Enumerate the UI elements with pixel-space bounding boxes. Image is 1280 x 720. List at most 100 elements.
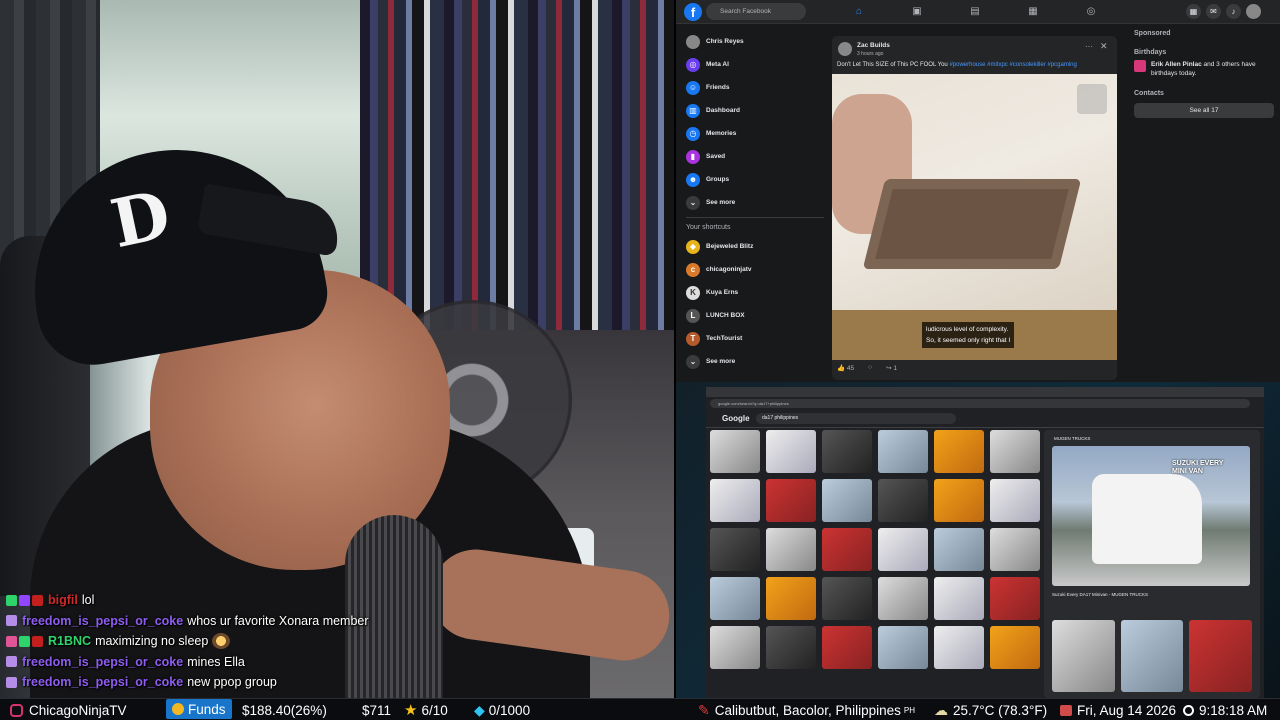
image-result[interactable] [878,430,928,473]
store-icon[interactable]: ▦ [1026,5,1040,19]
image-result[interactable] [878,577,928,620]
dollar-value: $711 [362,702,392,718]
notifications-icon[interactable]: ♪ [1226,4,1241,19]
image-result[interactable] [990,430,1040,473]
image-result[interactable] [878,479,928,522]
image-result[interactable] [822,528,872,571]
image-result[interactable] [990,528,1040,571]
image-result[interactable] [990,577,1040,620]
chat-username: freedom_is_pepsi_or_coke [22,654,184,669]
meta-ai-icon: ◎ [686,57,700,72]
menu-item-dashboard[interactable]: ▥ Dashboard [680,99,830,122]
menu-item-label: Saved [706,153,726,160]
date-text: Fri, Aug 14 2026 [1077,702,1177,718]
avatar[interactable] [1246,4,1261,19]
image-result[interactable] [934,626,984,669]
facebook-window: f Search Facebook ⌂ ▣ ▤ ▦ ◎ ▦ ✉ ♪ Chris … [676,0,1280,382]
menu-item-profile[interactable]: Chris Reyes [680,30,830,53]
facebook-header: f Search Facebook ⌂ ▣ ▤ ▦ ◎ ▦ ✉ ♪ [676,0,1280,24]
address-bar[interactable]: google.com/search?q=da17+philippines [710,399,1250,408]
chat-username: freedom_is_pepsi_or_coke [22,675,184,690]
birthday-notice[interactable]: Erik Allen Pinlac and 3 others have birt… [1134,60,1280,78]
image-result[interactable] [766,577,816,620]
menu-item-label: Memories [706,130,737,137]
preview-image[interactable]: SUZUKI EVERY MINI VAN [1052,446,1250,586]
menu-item-groups[interactable]: ☻ Groups [680,168,830,191]
image-result[interactable] [878,626,928,669]
chat-text: whos ur favorite Xonara member [187,613,369,628]
menu-item-friends[interactable]: ☺ Friends [680,76,830,99]
image-result[interactable] [766,626,816,669]
marketplace-icon[interactable]: ▤ [968,5,982,19]
related-image[interactable] [1120,620,1184,692]
image-result[interactable] [710,479,760,522]
image-result[interactable] [990,626,1040,669]
image-result[interactable] [934,479,984,522]
image-result[interactable] [710,430,760,473]
image-result[interactable] [822,430,872,473]
related-image[interactable] [1189,620,1252,692]
home-icon[interactable]: ⌂ [852,5,866,19]
comment-icon[interactable]: ○ [868,364,872,372]
more-options-icon[interactable]: ··· [1085,42,1093,51]
search-input[interactable]: Search Facebook [706,3,806,20]
image-result[interactable] [822,479,872,522]
image-result[interactable] [766,430,816,473]
menu-item-see-more[interactable]: ⌄ See more [680,191,830,214]
menu-item-label: Chris Reyes [706,38,744,45]
shortcut-item[interactable]: c chicagoninjatv [680,258,830,281]
chat-overlay: bigfil lol freedom_is_pepsi_or_coke whos… [6,590,406,693]
birthday-name: Erik Allen Pinlac [1151,61,1202,68]
menu-item-meta-ai[interactable]: ◎ Meta AI [680,53,830,76]
profile-avatar-icon [686,34,700,49]
post-time[interactable]: 3 hours ago [857,51,883,57]
close-icon[interactable]: ✕ [1100,41,1108,52]
emote-icon [212,633,231,650]
pin-icon: ✎ [698,701,710,718]
shortcut-item[interactable]: L LUNCH BOX [680,304,830,327]
badge-icon [6,594,17,606]
shortcut-item[interactable]: ◆ Bejeweled Blitz [680,235,830,258]
like-button[interactable]: 👍 45 [837,364,854,372]
image-result[interactable] [710,528,760,571]
google-logo[interactable]: Google [722,414,750,423]
search-input[interactable]: da17 philippines [756,413,956,424]
post-hashtags[interactable]: #powerhouse #mitxpc #consolekiller #pcga… [949,62,1076,68]
image-result[interactable] [934,430,984,473]
preview-caption[interactable]: Suzuki Every DA17 Minivan - MUGEN TRUCKS [1052,592,1148,597]
messenger-icon[interactable]: ✉ [1206,4,1221,19]
image-result[interactable] [710,577,760,620]
video-icon[interactable]: ▣ [910,5,924,19]
author-avatar[interactable] [838,42,852,56]
contacts-heading: Contacts [1134,90,1164,97]
preview-source[interactable]: MUGEN TRUCKS [1054,436,1090,441]
related-image[interactable] [1052,620,1115,692]
image-result[interactable] [766,479,816,522]
menu-item-saved[interactable]: ▮ Saved [680,145,830,168]
image-result[interactable] [822,577,872,620]
shortcut-label: See more [706,358,736,365]
cloud-icon: ☁ [934,701,948,718]
image-result[interactable] [934,528,984,571]
image-result[interactable] [990,479,1040,522]
image-result[interactable] [878,528,928,571]
tab-bar[interactable] [706,387,1264,397]
post-video[interactable]: ludicrous level of complexity. So, it se… [832,74,1117,360]
channel-watermark-icon [1077,84,1107,114]
facebook-logo-icon[interactable]: f [684,3,702,21]
chat-message: freedom_is_pepsi_or_coke whos ur favorit… [6,611,406,632]
shortcut-item[interactable]: K Kuya Erns [680,281,830,304]
menu-grid-icon[interactable]: ▦ [1186,4,1201,19]
shortcut-see-more[interactable]: ⌄ See more [680,350,830,373]
image-result[interactable] [710,626,760,669]
see-all-button[interactable]: See all 17 [1134,103,1274,118]
share-button[interactable]: ↪ 1 [886,364,897,372]
gaming-icon[interactable]: ◎ [1084,5,1098,19]
menu-item-memories[interactable]: ◷ Memories [680,122,830,145]
image-result[interactable] [934,577,984,620]
post-author[interactable]: Zac Builds [857,42,890,49]
shortcut-item[interactable]: T TechTourist [680,327,830,350]
shortcut-label: chicagoninjatv [706,266,752,273]
image-result[interactable] [822,626,872,669]
image-result[interactable] [766,528,816,571]
